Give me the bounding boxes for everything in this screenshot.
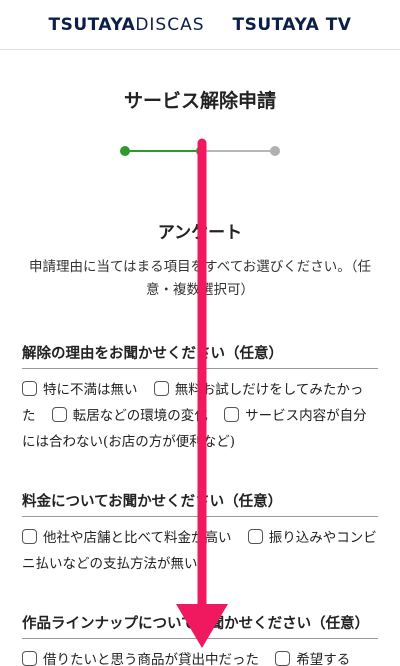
checkbox[interactable] (22, 381, 37, 396)
option-price-too-high[interactable]: 他社や店舗と比べて料金が高い (22, 529, 231, 546)
section-cancel-reason: 解除の理由をお聞かせください（任意） 特に不満は無い 無料お試しだけをしてみたか… (22, 342, 378, 455)
site-header: TSUTAYADISCAS TSUTAYA TV (0, 0, 400, 50)
option-list: 借りたいと思う商品が貸出中だった 希望する (22, 647, 378, 666)
page-title: サービス解除申請 (123, 90, 276, 112)
checkbox[interactable] (224, 407, 240, 422)
checkbox[interactable] (22, 529, 37, 544)
stepper-line-completed (125, 150, 201, 152)
step-2-dot (196, 146, 206, 156)
option-list: 他社や店舗と比べて料金が高い 振り込みやコンビニ払いなどの支払方法が無い (22, 525, 378, 577)
survey-description: 申請理由に当てはまる項目をすべてお選びください。（任意・複数選択可） (28, 259, 372, 298)
checkbox[interactable] (153, 381, 169, 396)
option-list: 特に不満は無い 無料お試しだけをしてみたかった 転居などの環境の変化 サービス内… (22, 377, 378, 455)
option-desired[interactable]: 希望する (275, 651, 350, 666)
section-title: 解除の理由をお聞かせください（任意） (22, 342, 378, 369)
tsutaya-discas-logo[interactable]: TSUTAYADISCAS (49, 15, 205, 35)
section-title: 料金についてお聞かせください（任意） (22, 490, 378, 517)
option-item-on-loan[interactable]: 借りたいと思う商品が貸出中だった (22, 651, 259, 666)
section-title: 作品ラインナップについてお聞かせください（任意） (22, 612, 378, 639)
section-lineup: 作品ラインナップについてお聞かせください（任意） 借りたいと思う商品が貸出中だっ… (22, 612, 378, 666)
stepper-line-remaining (201, 150, 275, 152)
progress-stepper (120, 144, 280, 158)
step-3-dot (270, 146, 280, 156)
checkbox[interactable] (22, 651, 37, 666)
survey-heading: アンケート (157, 223, 243, 243)
checkbox[interactable] (275, 651, 291, 666)
checkbox[interactable] (247, 529, 263, 544)
option-environment-change[interactable]: 転居などの環境の変化 (51, 407, 208, 424)
section-pricing: 料金についてお聞かせください（任意） 他社や店舗と比べて料金が高い 振り込みやコ… (22, 490, 378, 577)
checkbox[interactable] (51, 407, 67, 422)
tsutaya-tv-logo[interactable]: TSUTAYA TV (233, 15, 352, 35)
step-1-dot (120, 146, 130, 156)
option-no-complaint[interactable]: 特に不満は無い (22, 381, 138, 398)
